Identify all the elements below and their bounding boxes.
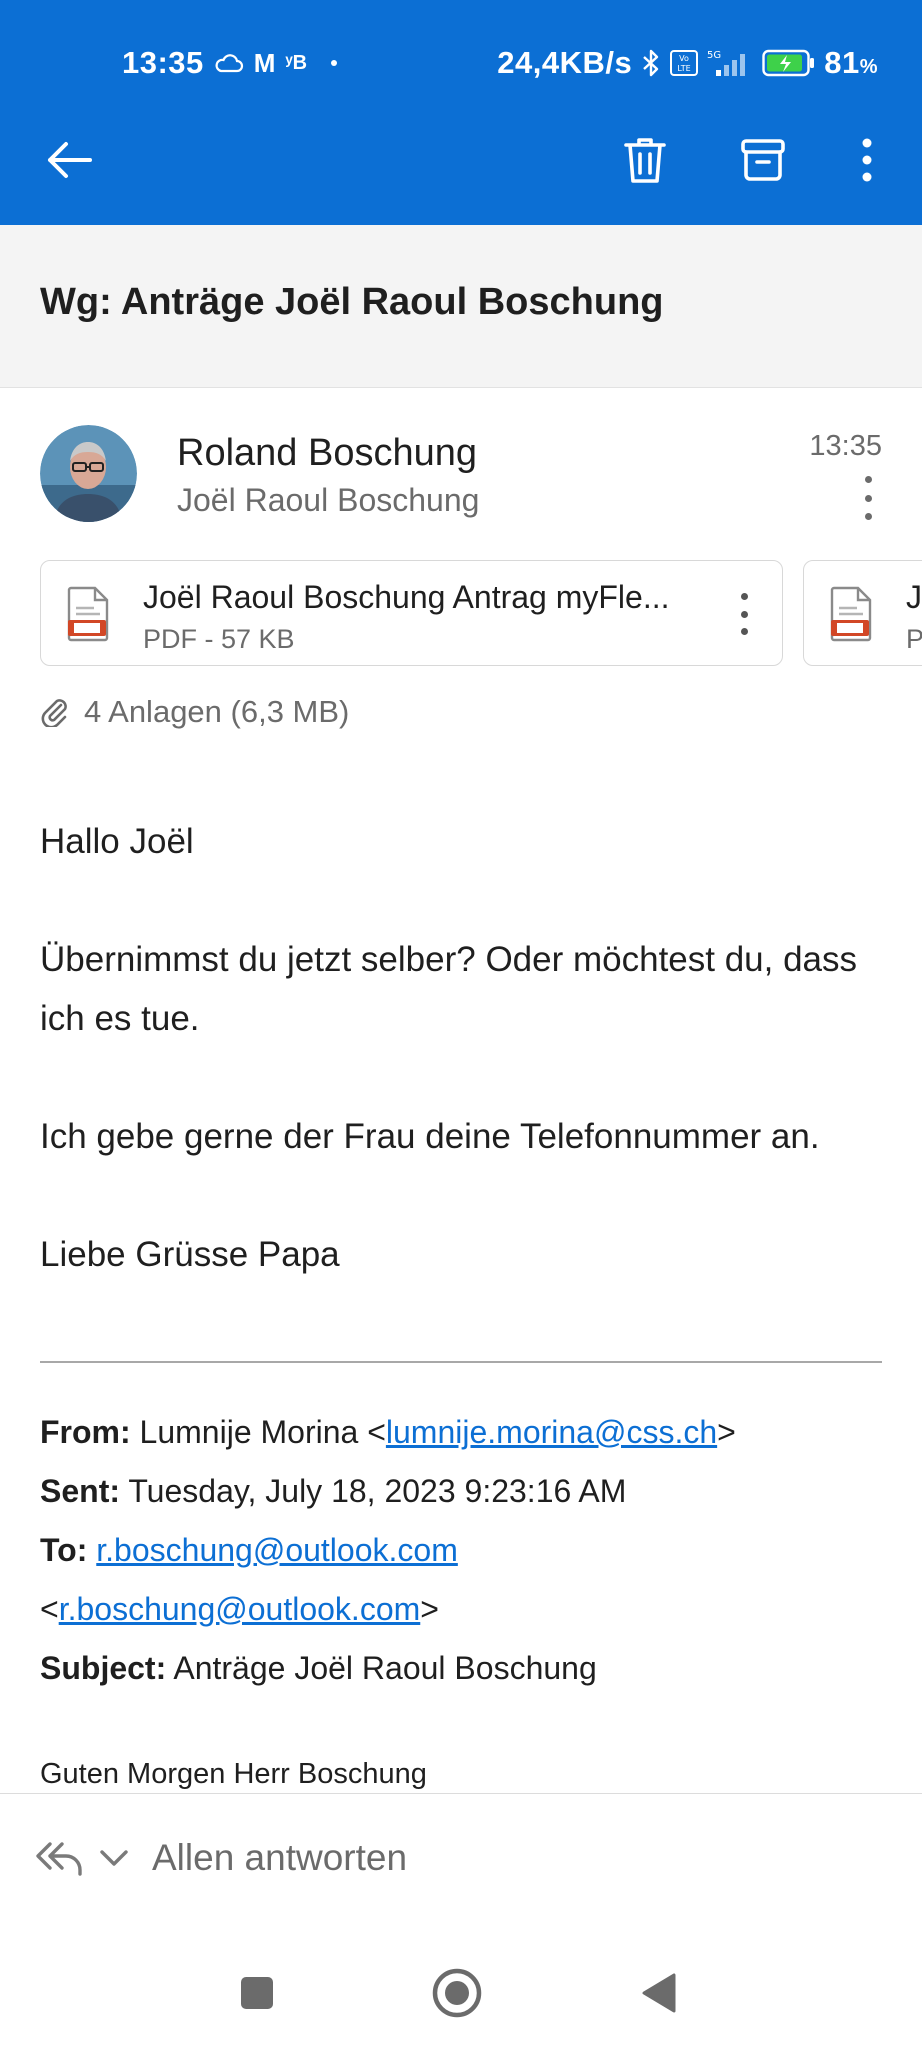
volte-icon: VoLTE bbox=[670, 50, 699, 76]
svg-text:5G: 5G bbox=[707, 50, 721, 61]
reply-bar[interactable]: Allen antworten bbox=[0, 1793, 922, 1933]
attachment-summary[interactable]: 4 Anlagen (6,3 MB) bbox=[40, 692, 349, 732]
forwarded-sent: Sent: Tuesday, July 18, 2023 9:23:16 AM bbox=[40, 1462, 900, 1521]
arrow-left-icon bbox=[48, 142, 92, 178]
5g-signal-icon: 5G bbox=[707, 50, 746, 76]
bluetooth-icon bbox=[643, 49, 659, 77]
from-label: From: bbox=[40, 1414, 131, 1450]
message-time: 13:35 bbox=[809, 430, 882, 462]
battery-percent: 81% bbox=[824, 45, 878, 80]
dot-icon bbox=[740, 593, 748, 600]
home-circle-icon bbox=[432, 1968, 482, 2018]
delete-button[interactable] bbox=[612, 120, 678, 200]
dot-icon bbox=[864, 476, 872, 483]
attachment-card[interactable]: Joël Raoul Boschung Antrag myFle... PDF … bbox=[40, 560, 783, 666]
recents-button[interactable] bbox=[227, 1963, 287, 2023]
battery-charging-icon bbox=[762, 49, 815, 77]
dot-icon bbox=[740, 628, 748, 635]
forwarded-header: From: Lumnije Morina <lumnije.morina@css… bbox=[40, 1403, 900, 1698]
cloud-icon bbox=[215, 54, 243, 73]
gmail-icon: M bbox=[253, 47, 276, 78]
sender-photo-icon bbox=[40, 425, 137, 522]
sender-name[interactable]: Roland Boschung bbox=[177, 432, 477, 475]
to-email-link[interactable]: r.boschung@outlook.com bbox=[96, 1532, 458, 1568]
recents-square-icon bbox=[241, 1977, 273, 2009]
dot-icon bbox=[331, 60, 338, 66]
divider bbox=[40, 1361, 882, 1363]
back-button[interactable] bbox=[34, 120, 104, 200]
attachment-more-button[interactable] bbox=[738, 593, 750, 635]
forwarded-to-continued: <r.boschung@outlook.com> bbox=[40, 1580, 900, 1639]
attachment-meta: PDF - 57 KB bbox=[143, 624, 295, 654]
avatar[interactable] bbox=[40, 425, 137, 522]
email-body: Hallo Joël Übernimmst du jetzt selber? O… bbox=[40, 812, 882, 1343]
archive-icon bbox=[741, 139, 785, 181]
status-time: 13:35 bbox=[122, 45, 204, 80]
sent-label: Sent: bbox=[40, 1473, 120, 1509]
forwarded-subject: Subject: Anträge Joël Raoul Boschung bbox=[40, 1639, 900, 1698]
sent-value: Tuesday, July 18, 2023 9:23:16 AM bbox=[128, 1473, 627, 1509]
message-more-button[interactable] bbox=[856, 476, 880, 520]
archive-button[interactable] bbox=[730, 120, 796, 200]
to-email-link[interactable]: r.boschung@outlook.com bbox=[59, 1591, 421, 1627]
to-close: > bbox=[420, 1591, 439, 1627]
status-bar-right: 24,4KB/s Vo LTE 5G 81% bbox=[497, 38, 878, 88]
forwarded-from: From: Lumnije Morina <lumnije.morina@css… bbox=[40, 1403, 900, 1462]
recipient-name: Joël Raoul Boschung bbox=[177, 482, 480, 518]
paperclip-icon bbox=[41, 699, 67, 727]
pdf-file-icon bbox=[830, 586, 872, 642]
more-options-button[interactable] bbox=[842, 120, 892, 200]
more-vertical-icon bbox=[862, 138, 872, 182]
attachment-name: J bbox=[906, 579, 922, 615]
app-bar: 13:35 M ʸB 24,4KB/s Vo LTE 5G 81% bbox=[0, 0, 922, 225]
attachment-summary-label: 4 Anlagen (6,3 MB) bbox=[84, 694, 350, 729]
dot-icon bbox=[740, 610, 748, 618]
toolbar bbox=[0, 120, 922, 200]
back-triangle-icon bbox=[642, 1973, 676, 2013]
forwarded-greeting: Guten Morgen Herr Boschung bbox=[40, 1758, 427, 1790]
body-paragraph: Ich gebe gerne der Frau deine Telefonnum… bbox=[40, 1117, 820, 1156]
trash-icon bbox=[624, 138, 666, 183]
from-email-link[interactable]: lumnije.morina@css.ch bbox=[386, 1414, 717, 1450]
email-subject: Wg: Anträge Joël Raoul Boschung bbox=[40, 281, 664, 323]
chevron-down-icon[interactable] bbox=[98, 1848, 130, 1868]
body-paragraph: Liebe Grüsse Papa bbox=[40, 1235, 340, 1274]
body-paragraph: Hallo Joël bbox=[40, 822, 194, 861]
from-close: > bbox=[717, 1414, 736, 1450]
attachment-name: Joël Raoul Boschung Antrag myFle... bbox=[143, 579, 670, 615]
attachments-strip[interactable]: Joël Raoul Boschung Antrag myFle... PDF … bbox=[40, 560, 922, 668]
attachment-card[interactable]: J P bbox=[803, 560, 922, 666]
pdf-file-icon bbox=[67, 586, 109, 642]
forwarded-to: To: r.boschung@outlook.com bbox=[40, 1521, 900, 1580]
to-label: To: bbox=[40, 1532, 88, 1568]
subject-value: Anträge Joël Raoul Boschung bbox=[173, 1650, 597, 1686]
reply-all-button[interactable]: Allen antworten bbox=[152, 1837, 407, 1879]
dot-icon bbox=[864, 494, 872, 502]
system-back-button[interactable] bbox=[629, 1963, 689, 2023]
dot-icon bbox=[864, 513, 872, 520]
from-name: Lumnije Morina < bbox=[139, 1414, 386, 1450]
to-open: < bbox=[40, 1591, 59, 1627]
network-speed: 24,4KB/s bbox=[497, 45, 633, 80]
status-bar-left: 13:35 M ʸB bbox=[122, 38, 338, 88]
body-paragraph: Übernimmst du jetzt selber? Oder möchtes… bbox=[40, 940, 858, 1038]
subject-label: Subject: bbox=[40, 1650, 167, 1686]
svg-text:Vo: Vo bbox=[679, 54, 689, 63]
system-nav-bar bbox=[0, 1933, 922, 2048]
home-button[interactable] bbox=[427, 1963, 487, 2023]
attachment-meta: P bbox=[906, 624, 922, 654]
reply-all-icon bbox=[36, 1842, 82, 1876]
notification-icon: ʸB bbox=[285, 51, 308, 74]
svg-text:LTE: LTE bbox=[678, 64, 691, 73]
subject-bar: Wg: Anträge Joël Raoul Boschung bbox=[0, 225, 922, 388]
